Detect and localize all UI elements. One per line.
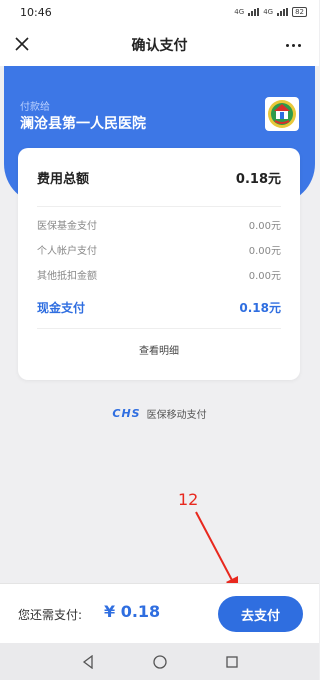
close-icon[interactable] bbox=[10, 32, 34, 56]
more-icon[interactable] bbox=[281, 33, 305, 57]
annotation-number: 12 bbox=[178, 490, 199, 509]
detail-value: 0.00元 bbox=[248, 245, 281, 257]
detail-label: 医保基金支付 bbox=[37, 220, 97, 232]
home-icon[interactable] bbox=[148, 650, 172, 674]
signal-icon bbox=[277, 8, 289, 16]
cash-label: 现金支付 bbox=[37, 300, 86, 315]
payment-summary-card: 费用总额 0.18元 医保基金支付 0.00元 个人帐户支付 0.00元 其他抵… bbox=[18, 148, 300, 380]
signal-1-label: 4G bbox=[234, 8, 245, 16]
total-label: 费用总额 bbox=[37, 171, 90, 187]
status-bar: 10:46 4G 4G 82 bbox=[0, 0, 319, 24]
android-nav-bar bbox=[0, 643, 319, 680]
pay-amount: ¥ 0.18 bbox=[104, 602, 161, 621]
status-time: 10:46 bbox=[20, 5, 52, 19]
chs-text: 医保移动支付 bbox=[146, 410, 207, 421]
nav-bar: 确认支付 bbox=[0, 24, 319, 66]
detail-label: 其他抵扣金额 bbox=[37, 270, 97, 282]
detail-label: 个人帐户支付 bbox=[37, 245, 97, 257]
status-icons: 4G 4G 82 bbox=[234, 7, 307, 17]
payee-name: 澜沧县第一人民医院 bbox=[20, 116, 146, 132]
detail-row: 个人帐户支付 0.00元 bbox=[37, 239, 281, 259]
detail-value: 0.00元 bbox=[248, 270, 281, 282]
divider bbox=[37, 328, 281, 329]
detail-row: 医保基金支付 0.00元 bbox=[37, 214, 281, 234]
back-icon[interactable] bbox=[76, 650, 100, 674]
detail-value: 0.00元 bbox=[248, 220, 281, 232]
signal-2-label: 4G bbox=[263, 8, 274, 16]
chs-brand: CHS 医保移动支付 bbox=[0, 406, 319, 421]
divider bbox=[37, 206, 281, 207]
recents-icon[interactable] bbox=[220, 650, 244, 674]
pay-label: 您还需支付: bbox=[18, 608, 83, 622]
bottom-pay-bar: 您还需支付: ¥ 0.18 去支付 bbox=[0, 583, 319, 643]
payee-label: 付款给 bbox=[20, 102, 50, 113]
battery-icon: 82 bbox=[292, 7, 307, 17]
view-details-link[interactable]: 查看明细 bbox=[18, 342, 300, 357]
total-row: 费用总额 0.18元 bbox=[18, 148, 300, 206]
signal-icon bbox=[248, 8, 260, 16]
cash-value: 0.18元 bbox=[239, 300, 281, 315]
detail-row: 其他抵扣金额 0.00元 bbox=[37, 264, 281, 284]
total-value: 0.18元 bbox=[235, 171, 281, 187]
hospital-logo-icon bbox=[265, 97, 299, 131]
pay-button[interactable]: 去支付 bbox=[218, 596, 303, 632]
chs-logo: CHS bbox=[112, 407, 141, 420]
page-title: 确认支付 bbox=[131, 38, 188, 54]
cash-row: 现金支付 0.18元 bbox=[37, 297, 281, 317]
